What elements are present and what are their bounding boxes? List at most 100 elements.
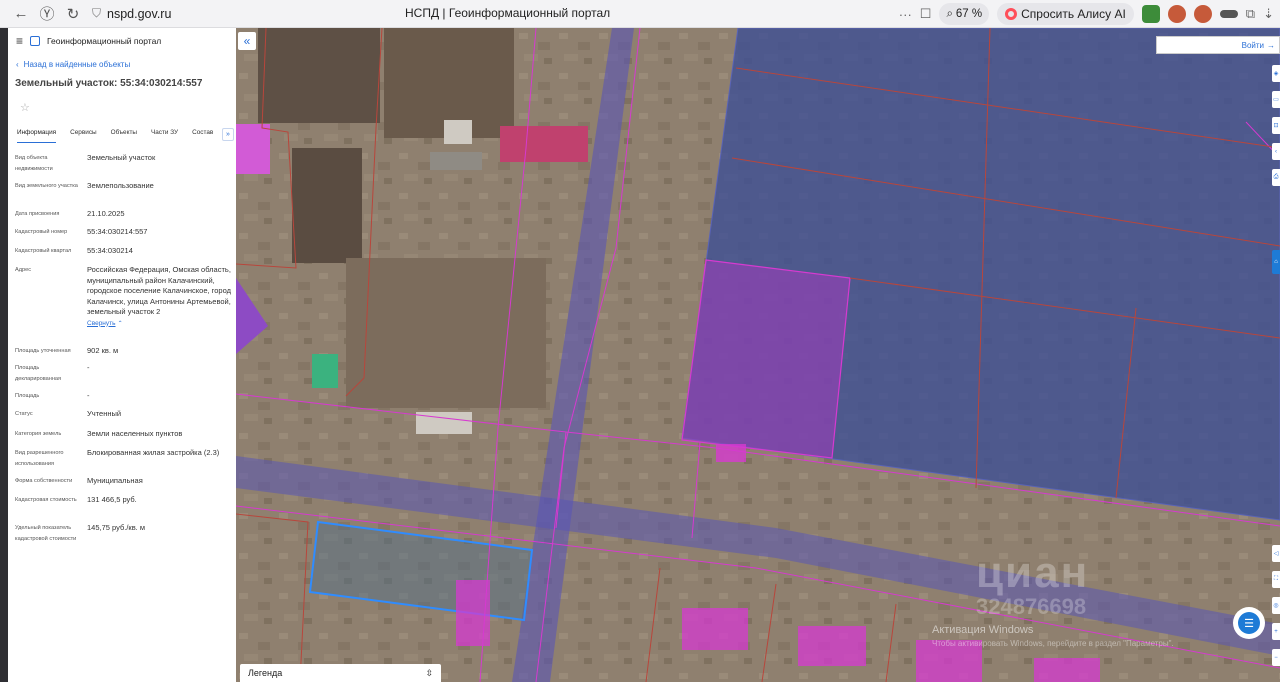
red-roof-building [500,126,588,162]
chat-button[interactable]: ☰ [1233,607,1265,639]
map-canvas[interactable] [236,28,1280,682]
locate-tool-icon[interactable]: ◁ [1272,545,1280,562]
info-label: Форма собственности [15,478,73,484]
zoom-in-icon[interactable]: + [1272,623,1280,640]
shield-icon: ⛉ [92,6,102,20]
info-value: - [87,391,90,400]
extensions-puzzle-icon[interactable]: ⧉ [1246,6,1255,22]
login-button[interactable]: Войти → [1156,36,1280,54]
info-label: Кадастровый квартал [15,248,72,254]
zoom-value: 67 % [955,8,983,20]
back-arrow-icon[interactable]: ← [8,2,34,26]
info-value: Блокированная жилая застройка (2.3) [87,448,220,457]
info-label: Адрес [15,267,32,273]
fullscreen-tool-icon[interactable]: ⛶ [1272,571,1280,588]
cian-watermark: циан [976,548,1090,597]
tab-objects[interactable]: Объекты [111,127,137,143]
draw-tool-icon[interactable]: ⊡ [1272,117,1280,134]
info-label: Вид разрешенного использования [15,450,64,467]
tab-bar: Информация Сервисы Объекты Части ЗУ Сост… [8,127,236,143]
purple-roof-building [236,124,270,174]
more-tabs-button[interactable]: » [222,128,234,141]
page-tab-title: НСПД | Геоинформационный портал [405,6,611,20]
extension-icon[interactable] [1141,5,1160,23]
info-value: 131 466,5 руб. [87,495,137,504]
parcel-square[interactable] [716,444,746,462]
info-value: 55:34:030214 [87,246,133,255]
satellite-map[interactable]: циан 324876698 Активация Windows Чтобы а… [236,28,1280,682]
dark-plot [292,148,362,263]
search-map-icon[interactable]: ⌂ [1272,250,1280,274]
legend-dropdown[interactable]: Легенда ⇳ [240,664,441,682]
info-value: - [87,363,90,372]
info-label: Площадь декларированная [15,365,62,382]
share-tool-icon[interactable]: ‹ [1272,143,1280,160]
collapse-link[interactable]: Свернуть ⌃ [87,318,233,330]
info-value: Землепользование [87,181,154,190]
menu-icon[interactable]: ≡ [16,34,23,48]
white-roof-building [444,120,472,144]
info-label: Кадастровая стоимость [15,497,77,503]
info-label: Статус [15,411,33,417]
info-label: Вид земельного участка [15,183,78,189]
info-value: 21.10.2025 [87,209,125,218]
page-title: Земельный участок: 55:34:030214:557 [15,78,203,89]
extension-icon[interactable] [1219,10,1238,18]
info-label: Категория земель [15,431,62,437]
activation-title: Активация Windows [932,624,1034,636]
browser-toolbar: ← Ⓨ ↻ ⛉ nspd.gov.ru НСПД | Геоинформацио… [0,0,1280,28]
green-roof-building [312,354,338,388]
parcel-square[interactable] [798,626,866,666]
info-label: Площадь уточненная [15,348,71,354]
parcel-square[interactable] [682,608,748,650]
portal-name: Геоинформационный портал [47,36,162,46]
parcel-magenta[interactable] [681,259,851,459]
url-text: nspd.gov.ru [107,6,172,21]
alice-icon [1005,8,1018,20]
info-value: 902 кв. м [87,346,119,355]
info-value: 55:34:030214:557 [87,227,148,236]
bookmark-icon[interactable]: ☐ [920,6,932,22]
address-bar[interactable]: ⛉ nspd.gov.ru [92,6,171,21]
measure-tool-icon[interactable]: ▭ [1272,91,1280,108]
yandex-icon[interactable]: Ⓨ [34,2,60,26]
info-value: Российская Федерация, Омская область, му… [87,265,231,316]
zoom-button[interactable]: ⌕ 67 % [939,3,990,25]
field-plot [346,258,546,408]
info-label: Удельный показатель кадастровой стоимост… [15,525,77,542]
info-value: Учтенный [87,409,122,418]
extension-icon[interactable] [1193,5,1212,23]
ask-alice-button[interactable]: Спросить Алису AI [997,3,1134,25]
layers-tool-icon[interactable]: ◈ [1272,65,1280,82]
back-to-results-link[interactable]: ‹ Назад в найденные объекты [16,60,236,69]
collapse-panel-button[interactable]: « [238,32,256,50]
info-value: 145,75 руб./кв. м [87,523,145,532]
shed [430,152,482,170]
tab-parts[interactable]: Части ЗУ [151,127,178,143]
dark-plot [258,28,380,123]
compass-tool-icon[interactable]: ◎ [1272,597,1280,614]
chat-icon: ☰ [1238,612,1260,634]
print-tool-icon[interactable]: ⎙ [1272,169,1280,186]
favorite-star-icon[interactable]: ☆ [20,101,236,114]
info-label: Кадастровый номер [15,229,68,235]
tab-composition[interactable]: Состав [192,127,213,143]
cian-watermark-id: 324876698 [976,594,1087,619]
object-info-panel: ≡ Геоинформационный портал ‹ Назад в най… [8,28,236,682]
tab-services[interactable]: Сервисы [70,127,96,143]
info-label: Дата присвоения [15,211,60,217]
chevron-up-icon: ⌃ [117,320,123,327]
reload-icon[interactable]: ↻ [60,2,86,26]
info-label: Вид объекта недвижимости [15,155,53,172]
downloads-icon[interactable]: ⇣ [1263,6,1274,22]
tab-info[interactable]: Информация [17,127,57,143]
window-edge [0,28,8,682]
parcel-square[interactable] [1034,658,1100,682]
extension-icon[interactable] [1167,5,1186,23]
info-label: Площадь [15,393,40,399]
ask-alice-label: Спросить Алису AI [1021,7,1126,21]
zoom-out-icon[interactable]: − [1272,649,1280,666]
info-value: Земельный участок [87,153,156,162]
more-icon[interactable]: ··· [899,7,912,22]
chevron-left-icon: ‹ [16,60,19,69]
